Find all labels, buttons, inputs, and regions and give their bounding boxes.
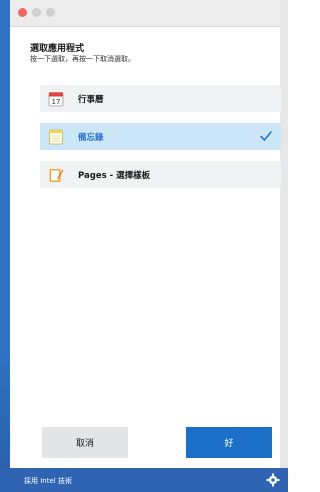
dialog-title: 選取應用程式 — [30, 44, 85, 54]
screen: 選取應用程式 按一下選取，再按一下取消選取。 17 行事曆 備忘錄 Pages … — [0, 0, 288, 492]
app-item-label: Pages - 選擇樣板 — [78, 170, 151, 181]
app-item-label: 備忘錄 — [78, 132, 104, 143]
notes-icon — [49, 129, 63, 144]
pages-icon — [49, 168, 64, 182]
window-titlebar — [10, 0, 280, 27]
app-item-notes[interactable]: 備忘錄 — [40, 123, 281, 150]
app-item-label: 行事曆 — [78, 94, 104, 105]
app-item-pages[interactable]: Pages - 選擇樣板 — [40, 161, 281, 188]
dialog-subtitle: 按一下選取，再按一下取消選取。 — [30, 55, 135, 63]
checkmark-icon — [260, 131, 272, 141]
footer-text: 採用 Intel 技術 — [24, 477, 72, 485]
gear-icon[interactable] — [266, 473, 280, 487]
window-shadow — [280, 0, 288, 492]
app-picker-dialog: 選取應用程式 按一下選取，再按一下取消選取。 17 行事曆 備忘錄 Pages … — [10, 27, 281, 468]
minimize-window-button[interactable] — [32, 8, 41, 17]
calendar-icon: 17 — [48, 91, 64, 106]
zoom-window-button[interactable] — [46, 8, 55, 17]
calendar-icon-date: 17 — [52, 98, 61, 106]
cancel-button[interactable]: 取消 — [42, 427, 128, 458]
footer-bar: 採用 Intel 技術 — [0, 468, 288, 492]
host-app-edge — [0, 0, 10, 492]
app-item-calendar[interactable]: 17 行事曆 — [40, 85, 281, 112]
ok-button[interactable]: 好 — [186, 427, 272, 458]
close-window-button[interactable] — [18, 8, 27, 17]
